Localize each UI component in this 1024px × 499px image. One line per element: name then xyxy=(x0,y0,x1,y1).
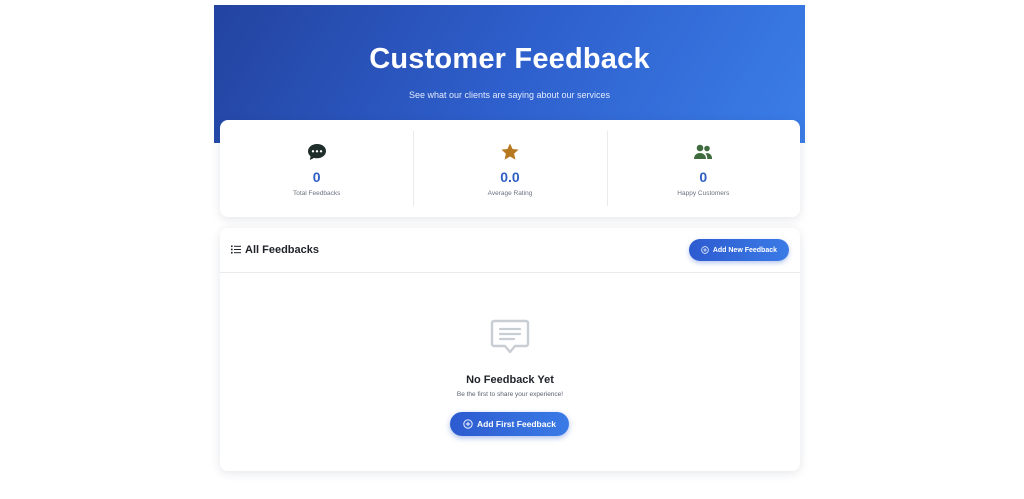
list-icon xyxy=(231,245,241,254)
feedback-list-card: All Feedbacks Add New Feedback No Feedba… xyxy=(220,228,800,471)
speech-bubble-icon xyxy=(307,144,326,160)
stat-average-rating: 0.0 Average Rating xyxy=(413,120,606,217)
stat-value: 0 xyxy=(699,169,708,185)
users-icon xyxy=(694,144,713,159)
add-first-feedback-label: Add First Feedback xyxy=(477,419,556,429)
add-new-feedback-label: Add New Feedback xyxy=(712,246,777,254)
stat-total-feedbacks: 0 Total Feedbacks xyxy=(220,120,413,217)
stat-happy-customers: 0 Happy Customers xyxy=(606,120,800,217)
stat-label: Total Feedbacks xyxy=(292,190,341,197)
plus-circle-icon xyxy=(701,246,709,254)
stats-card: 0 Total Feedbacks 0.0 Average Rating 0 H… xyxy=(220,120,800,217)
empty-state-subtitle: Be the first to share your experience! xyxy=(456,391,564,398)
list-title: All Feedbacks xyxy=(245,244,319,256)
stat-label: Happy Customers xyxy=(677,190,730,197)
add-new-feedback-button[interactable]: Add New Feedback xyxy=(688,239,789,261)
list-header: All Feedbacks Add New Feedback xyxy=(220,228,800,273)
add-first-feedback-button[interactable]: Add First Feedback xyxy=(450,412,569,436)
page-title: Customer Feedback xyxy=(369,43,650,75)
page-subtitle: See what our clients are saying about ou… xyxy=(408,90,611,100)
star-icon xyxy=(501,143,519,160)
empty-state-title: No Feedback Yet xyxy=(466,374,554,386)
stat-value: 0.0 xyxy=(500,169,520,185)
stat-value: 0 xyxy=(312,169,321,185)
plus-circle-icon xyxy=(463,419,473,429)
message-square-icon xyxy=(490,319,530,354)
page: Customer Feedback See what our clients a… xyxy=(0,0,1024,499)
stat-label: Average Rating xyxy=(487,190,533,197)
